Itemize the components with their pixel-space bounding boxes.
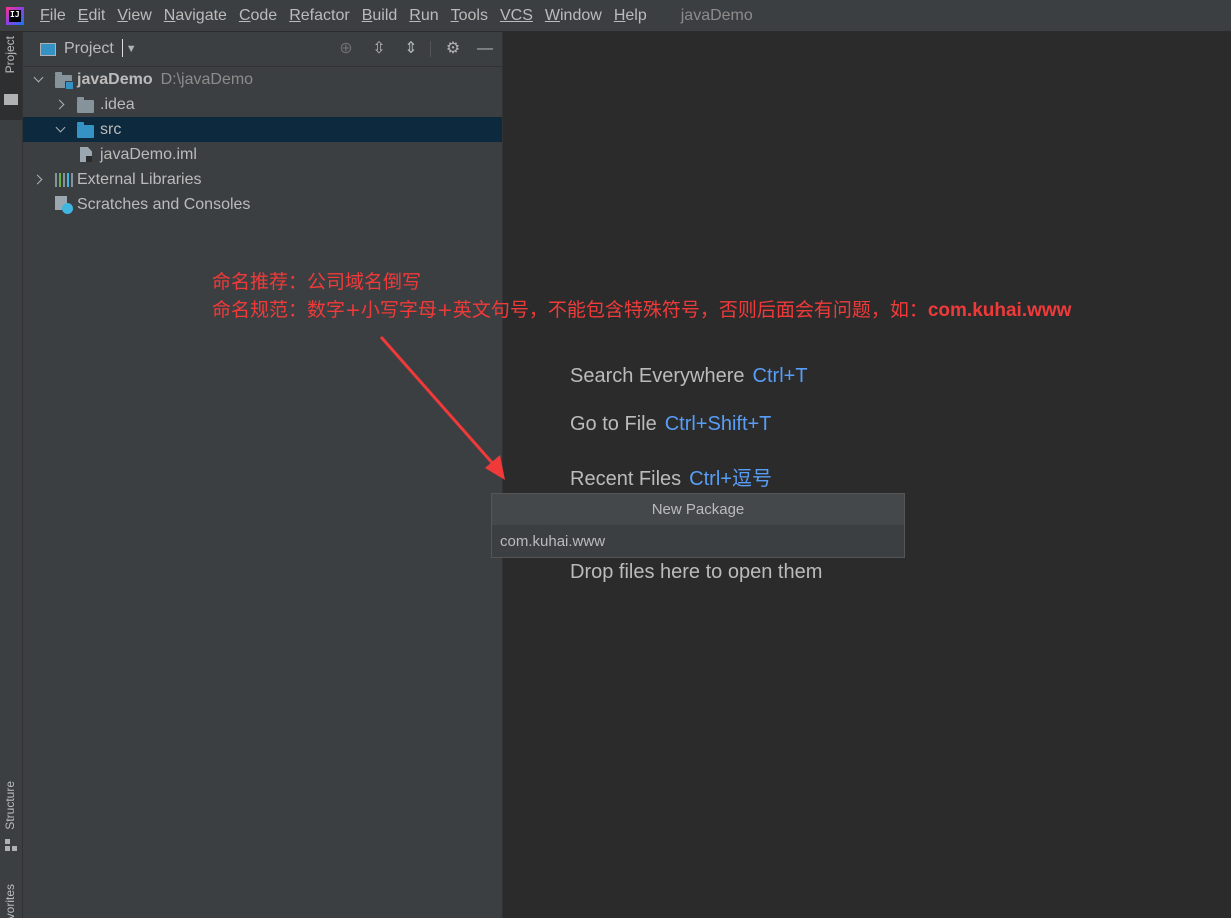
folder-icon (77, 97, 94, 113)
menu-navigate[interactable]: Navigate (164, 7, 227, 25)
menu-bar: IJ File Edit View Navigate Code Refactor… (0, 0, 1231, 32)
menu-tools[interactable]: Tools (451, 7, 488, 25)
text-caret (122, 39, 123, 57)
menu-file[interactable]: File (40, 7, 66, 25)
tree-label-scratches: Scratches and Consoles (77, 195, 251, 213)
menu-help[interactable]: Help (614, 7, 647, 25)
scratches-icon (55, 196, 73, 214)
menu-build[interactable]: Build (362, 7, 398, 25)
project-tool-tab[interactable]: Project (0, 32, 22, 120)
tree-row-src[interactable]: src (23, 117, 502, 142)
tree-row-javademo[interactable]: javaDemo D:\javaDemo (23, 67, 502, 92)
tree-path-javademo: D:\javaDemo (160, 70, 254, 88)
favorites-tool-tab[interactable]: Favorites (0, 880, 22, 918)
tree-row-idea[interactable]: .idea (23, 92, 502, 117)
hint-search-everywhere: Search Everywhere Ctrl+T (570, 365, 808, 387)
structure-icon (5, 839, 17, 851)
left-tool-strip: Project Structure Favorites (0, 32, 23, 918)
tree-label-idea: .idea (100, 95, 135, 113)
annotation-example: com.kuhai.www (927, 300, 1072, 321)
hint-go-to-file: Go to File Ctrl+Shift+T (570, 413, 772, 435)
menu-run[interactable]: Run (409, 7, 438, 25)
shortcut-recent: Ctrl+逗号 (689, 468, 772, 490)
tree-row-iml[interactable]: javaDemo.iml (23, 142, 502, 167)
new-package-title: New Package (492, 494, 904, 526)
source-folder-icon (77, 122, 94, 138)
window-title: javaDemo (680, 6, 753, 24)
project-tool-tab-label: Project (3, 36, 17, 74)
chevron-down-icon[interactable] (33, 75, 43, 85)
header-divider (430, 41, 431, 57)
shortcut-goto: Ctrl+Shift+T (664, 413, 772, 435)
annotation-line-2: 命名规范：数字+小写字母+英文句号，不能包含特殊符号，否则后面会有问题，如：co… (212, 299, 1072, 321)
tree-row-external-libraries[interactable]: External Libraries (23, 167, 502, 192)
tree-row-scratches[interactable]: Scratches and Consoles (23, 192, 502, 217)
project-panel-header: Project ▼ ⊕ ⇳ ⇕ ⚙ — (23, 32, 502, 67)
menu-edit[interactable]: Edit (78, 7, 106, 25)
library-icon (55, 173, 73, 187)
favorites-tool-tab-label: Favorites (3, 884, 17, 918)
locate-icon[interactable]: ⊕ (337, 40, 355, 58)
menu-vcs[interactable]: VCS (500, 7, 533, 25)
module-file-icon (80, 147, 92, 162)
chevron-right-icon[interactable] (55, 100, 65, 110)
red-annotation: 命名推荐：公司域名倒写 命名规范：数字+小写字母+英文句号，不能包含特殊符号，否… (212, 268, 1071, 325)
chevron-down-icon[interactable]: ▼ (126, 43, 137, 55)
shortcut-search: Ctrl+T (752, 365, 808, 387)
menu-refactor[interactable]: Refactor (289, 7, 349, 25)
hint-recent-files: Recent Files Ctrl+逗号 (570, 468, 772, 490)
intellij-logo-icon: IJ (6, 6, 24, 25)
hide-panel-icon[interactable]: — (476, 40, 494, 58)
hint-drop-files: Drop files here to open them (570, 561, 823, 583)
annotation-line-1: 命名推荐：公司域名倒写 (212, 271, 422, 293)
project-view-icon (40, 42, 56, 56)
menu-window[interactable]: Window (545, 7, 602, 25)
module-folder-icon (55, 72, 74, 90)
tree-label-external-libraries: External Libraries (77, 170, 202, 188)
chevron-right-icon[interactable] (33, 175, 43, 185)
structure-tool-tab-label: Structure (3, 781, 17, 830)
menu-view[interactable]: View (117, 7, 151, 25)
project-panel: Project ▼ ⊕ ⇳ ⇕ ⚙ — javaDemo D:\javaDemo … (23, 32, 503, 918)
tree-label-javademo: javaDemo D:\javaDemo (77, 70, 254, 88)
package-name-input[interactable] (492, 525, 904, 557)
tree-label-src: src (100, 120, 122, 138)
menu-code[interactable]: Code (239, 7, 277, 25)
structure-tool-tab[interactable]: Structure (0, 777, 22, 862)
gear-icon[interactable]: ⚙ (444, 40, 462, 58)
new-package-dialog: New Package (491, 493, 905, 558)
folder-icon (4, 94, 18, 105)
expand-all-icon[interactable]: ⇳ (370, 40, 388, 58)
chevron-down-icon[interactable] (55, 125, 65, 135)
project-panel-title[interactable]: Project (64, 40, 114, 58)
collapse-all-icon[interactable]: ⇕ (402, 40, 420, 58)
tree-label-iml: javaDemo.iml (100, 145, 197, 163)
